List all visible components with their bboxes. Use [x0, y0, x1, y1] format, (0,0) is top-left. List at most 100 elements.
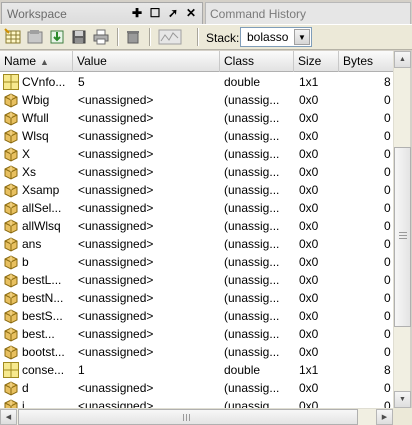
variable-name: conse...: [22, 363, 65, 377]
table-row[interactable]: d <unassigned> (unassig... 0x0 0: [0, 379, 393, 397]
variable-class: (unassig...: [224, 201, 280, 215]
variable-bytes: 0: [384, 345, 391, 359]
toolbar-separator: [117, 28, 119, 46]
variable-class: (unassig...: [224, 255, 280, 269]
scroll-down-icon[interactable]: ▼: [394, 391, 411, 408]
variable-class: (unassig...: [224, 183, 280, 197]
table-row[interactable]: Xsamp <unassigned> (unassig... 0x0 0: [0, 181, 393, 199]
table-row[interactable]: Wbig <unassigned> (unassig... 0x0 0: [0, 91, 393, 109]
variable-bytes: 0: [384, 381, 391, 395]
workspace-table: Name ▲ Value Class Size Bytes CVnfo... 5 do…: [0, 51, 393, 408]
unassigned-variable-icon: [3, 182, 19, 198]
table-row[interactable]: CVnfo... 5 double 1x1 8: [0, 73, 393, 91]
variable-class: (unassig...: [224, 219, 280, 233]
table-row[interactable]: Wlsq <unassigned> (unassig... 0x0 0: [0, 127, 393, 145]
variable-value: 1: [78, 363, 85, 377]
stack-label: Stack:: [206, 31, 240, 45]
variable-bytes: 0: [384, 273, 391, 287]
variable-value: <unassigned>: [78, 111, 154, 125]
variable-value: <unassigned>: [78, 345, 154, 359]
column-header-class-label: Class: [224, 54, 255, 68]
open-variable-icon[interactable]: [26, 28, 46, 46]
unassigned-variable-icon: [3, 218, 19, 234]
unassigned-variable-icon: [3, 380, 19, 396]
scroll-right-icon[interactable]: ▶: [376, 409, 393, 425]
variable-name: allSel...: [22, 201, 62, 215]
table-row[interactable]: bestS... <unassigned> (unassig... 0x0 0: [0, 307, 393, 325]
variable-bytes: 0: [384, 147, 391, 161]
variable-value: <unassigned>: [78, 237, 154, 251]
tab-command-history[interactable]: Command History: [205, 2, 411, 24]
vertical-scroll-thumb[interactable]: [394, 147, 411, 327]
delete-icon[interactable]: [124, 28, 144, 46]
unassigned-variable-icon: [3, 200, 19, 216]
variable-name: b: [22, 255, 29, 269]
unassigned-variable-icon: [3, 254, 19, 270]
table-row[interactable]: bestN... <unassigned> (unassig... 0x0 0: [0, 289, 393, 307]
table-row[interactable]: ans <unassigned> (unassig... 0x0 0: [0, 235, 393, 253]
variable-bytes: 0: [384, 165, 391, 179]
table-row[interactable]: conse... 1 double 1x1 8: [0, 361, 393, 379]
variable-class: double: [224, 363, 261, 377]
column-header-value[interactable]: Value: [73, 51, 220, 72]
variable-name: ans: [22, 237, 42, 251]
table-row[interactable]: i <unassigned> (unassig... 0x0 0: [0, 397, 393, 408]
variable-name: bestS...: [22, 309, 63, 323]
tab-command-history-label: Command History: [210, 7, 307, 21]
toolbar-separator: [197, 28, 199, 46]
table-row[interactable]: Xs <unassigned> (unassig... 0x0 0: [0, 163, 393, 181]
table-row[interactable]: Wfull <unassigned> (unassig... 0x0 0: [0, 109, 393, 127]
plot-icon[interactable]: [158, 28, 184, 46]
variable-name: i: [22, 399, 25, 408]
table-row[interactable]: X <unassigned> (unassig... 0x0 0: [0, 145, 393, 163]
table-row[interactable]: bestL... <unassigned> (unassig... 0x0 0: [0, 271, 393, 289]
toolbar-separator: [149, 28, 151, 46]
variable-size: 0x0: [299, 273, 319, 287]
variable-class: (unassig...: [224, 381, 280, 395]
variable-bytes: 0: [384, 183, 391, 197]
unassigned-variable-icon: [3, 92, 19, 108]
horizontal-scroll-thumb[interactable]: [18, 409, 358, 425]
table-row[interactable]: best... <unassigned> (unassig... 0x0 0: [0, 325, 393, 343]
variable-bytes: 0: [384, 237, 391, 251]
new-variable-icon[interactable]: [4, 28, 24, 46]
table-row[interactable]: bootst... <unassigned> (unassig... 0x0 0: [0, 343, 393, 361]
variable-size: 0x0: [299, 399, 319, 408]
variable-size: 0x0: [299, 345, 319, 359]
column-header-name[interactable]: Name ▲: [0, 51, 73, 72]
stack-dropdown-value: bolasso: [247, 30, 289, 44]
table-row[interactable]: allSel... <unassigned> (unassig... 0x0 0: [0, 199, 393, 217]
column-header-value-label: Value: [77, 54, 107, 68]
stack-dropdown[interactable]: bolasso ▼: [240, 27, 312, 47]
unassigned-variable-icon: [3, 344, 19, 360]
unassigned-variable-icon: [3, 272, 19, 288]
scroll-left-icon[interactable]: ◀: [0, 409, 17, 425]
vertical-scrollbar[interactable]: ▲ ▼: [393, 51, 411, 408]
print-icon[interactable]: [92, 28, 112, 46]
variable-name: allWlsq: [22, 219, 61, 233]
variable-class: (unassig...: [224, 273, 280, 287]
variable-value: <unassigned>: [78, 147, 154, 161]
column-header-class[interactable]: Class: [220, 51, 294, 72]
variable-size: 0x0: [299, 165, 319, 179]
column-header-size[interactable]: Size: [294, 51, 339, 72]
horizontal-scrollbar[interactable]: ◀ ▶: [0, 408, 393, 425]
chevron-down-icon[interactable]: ▼: [294, 29, 310, 45]
dock-arrow-icon[interactable]: ➚: [166, 6, 180, 20]
table-row[interactable]: allWlsq <unassigned> (unassig... 0x0 0: [0, 217, 393, 235]
import-data-icon[interactable]: [48, 28, 68, 46]
unassigned-variable-icon: [3, 290, 19, 306]
close-icon[interactable]: ✕: [184, 6, 198, 20]
scroll-up-icon[interactable]: ▲: [394, 51, 411, 68]
variable-bytes: 0: [384, 327, 391, 341]
unpin-icon[interactable]: ✚: [130, 6, 144, 20]
variable-bytes: 0: [384, 291, 391, 305]
save-icon[interactable]: [70, 28, 90, 46]
table-row[interactable]: b <unassigned> (unassig... 0x0 0: [0, 253, 393, 271]
variable-bytes: 0: [384, 219, 391, 233]
undock-icon[interactable]: ☐: [148, 6, 162, 20]
column-header-bytes[interactable]: Bytes: [339, 51, 393, 72]
variable-size: 0x0: [299, 381, 319, 395]
tab-workspace[interactable]: Workspace ✚ ☐ ➚ ✕: [1, 2, 203, 24]
variable-value: <unassigned>: [78, 165, 154, 179]
